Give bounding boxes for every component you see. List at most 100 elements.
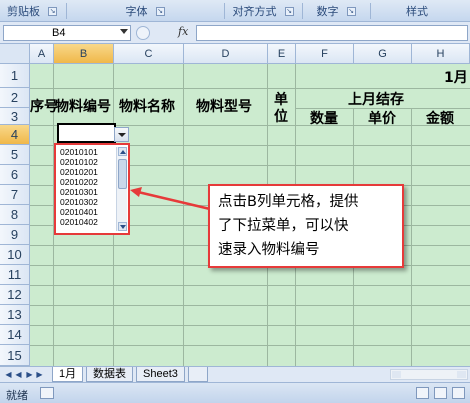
header-unit-2: 位 xyxy=(274,109,288,125)
callout-line: 点击B列单元格，提供 xyxy=(218,194,359,210)
row-header-6[interactable]: 6 xyxy=(0,165,30,185)
column-header-b[interactable]: B xyxy=(54,44,114,64)
column-header-h[interactable]: H xyxy=(412,44,470,64)
formula-input[interactable] xyxy=(196,25,468,41)
status-ready: 就绪 xyxy=(6,390,28,402)
list-item[interactable]: 02010301 xyxy=(60,187,98,197)
row-header-1[interactable]: 1 xyxy=(0,64,30,88)
row-header-8[interactable]: 8 xyxy=(0,205,30,225)
ribbon-group-font[interactable]: 字体 ↘ xyxy=(70,2,220,20)
ribbon-group-label: 数字 xyxy=(316,6,339,18)
validation-list[interactable]: 02010101 02010102 02010201 02010202 0201… xyxy=(54,143,130,235)
row-header-10[interactable]: 10 xyxy=(0,245,30,265)
tab-sheet3[interactable]: Sheet3 xyxy=(136,367,185,382)
scroll-thumb[interactable] xyxy=(118,159,127,189)
name-box[interactable]: B4 xyxy=(3,25,131,41)
insert-sheet-icon[interactable] xyxy=(188,367,208,382)
name-box-value: B4 xyxy=(52,27,66,39)
header-item-code: 物料编号 xyxy=(55,99,111,115)
list-item[interactable]: 02010401 xyxy=(60,207,98,217)
annotation-arrow xyxy=(130,187,211,211)
grid-line xyxy=(183,64,184,366)
tab-data-table[interactable]: 数据表 xyxy=(86,367,133,382)
row-header-15[interactable]: 15 xyxy=(0,345,30,366)
ribbon-separator xyxy=(302,3,303,19)
list-item[interactable]: 02010302 xyxy=(60,197,98,207)
grid-line xyxy=(411,108,412,366)
header-amount: 金额 xyxy=(426,111,454,127)
ribbon-group-label: 剪贴板 xyxy=(7,6,40,18)
header-qty: 数量 xyxy=(310,111,338,127)
chevron-down-icon xyxy=(118,133,126,137)
ribbon-separator xyxy=(370,3,371,19)
scroll-left-button[interactable] xyxy=(392,371,401,378)
last-sheet-icon[interactable]: ▶ xyxy=(35,370,44,380)
formula-expand-button[interactable] xyxy=(136,26,150,40)
list-item[interactable]: 02010102 xyxy=(60,157,98,167)
list-item[interactable]: 02010402 xyxy=(60,217,98,227)
grid-line xyxy=(30,325,470,326)
active-cell-b4[interactable] xyxy=(57,123,116,143)
column-header-f[interactable]: F xyxy=(296,44,354,64)
chevron-up-icon xyxy=(120,150,126,154)
first-sheet-icon[interactable]: ◀ xyxy=(4,370,13,380)
row-header-12[interactable]: 12 xyxy=(0,285,30,305)
callout-line: 了下拉菜单，可以快 xyxy=(218,218,349,234)
list-item[interactable]: 02010101 xyxy=(60,147,98,157)
scroll-right-button[interactable] xyxy=(457,371,466,378)
dialog-launcher-icon[interactable]: ↘ xyxy=(48,6,57,16)
prev-sheet-icon[interactable]: ◀ xyxy=(14,370,23,380)
header-item-model: 物料型号 xyxy=(196,99,252,115)
row-header-7[interactable]: 7 xyxy=(0,185,30,205)
grid-line xyxy=(30,285,470,286)
list-item[interactable]: 02010202 xyxy=(60,177,98,187)
list-scrollbar[interactable] xyxy=(116,147,127,231)
page-layout-view-icon[interactable] xyxy=(434,387,447,399)
column-header-e[interactable]: E xyxy=(268,44,296,64)
row-header-11[interactable]: 11 xyxy=(0,265,30,285)
column-header-a[interactable]: A xyxy=(30,44,54,64)
ribbon-group-alignment[interactable]: 对齐方式 ↘ xyxy=(228,2,298,20)
grid-line xyxy=(30,345,470,346)
ribbon-group-bar: 剪贴板 ↘ 字体 ↘ 对齐方式 ↘ 数字 ↘ 样式 xyxy=(0,0,470,22)
dialog-launcher-icon[interactable]: ↘ xyxy=(346,6,356,16)
chevron-down-icon[interactable] xyxy=(120,29,128,34)
column-header-d[interactable]: D xyxy=(184,44,268,64)
header-price: 单价 xyxy=(368,111,396,127)
row-header-9[interactable]: 9 xyxy=(0,225,30,245)
grid-line xyxy=(30,88,470,89)
ribbon-group-number[interactable]: 数字 ↘ xyxy=(306,2,366,20)
status-bar: 就绪 xyxy=(0,382,470,403)
list-item[interactable]: 02010201 xyxy=(60,167,98,177)
scroll-down-button[interactable] xyxy=(118,222,127,231)
sheet-tab-bar: ◀ ◀ ▶ ▶ 1月 数据表 Sheet3 xyxy=(0,366,470,382)
row-header-5[interactable]: 5 xyxy=(0,145,30,165)
month-title: 1月 xyxy=(444,70,468,86)
dialog-launcher-icon[interactable]: ↘ xyxy=(155,6,165,16)
next-sheet-icon[interactable]: ▶ xyxy=(25,370,34,380)
ribbon-group-label: 样式 xyxy=(406,6,428,18)
select-all-corner[interactable] xyxy=(0,44,30,64)
normal-view-icon[interactable] xyxy=(416,387,429,399)
header-item-name: 物料名称 xyxy=(119,99,175,115)
ribbon-group-styles[interactable]: 样式 xyxy=(374,2,468,20)
ribbon-group-clipboard[interactable]: 剪贴板 ↘ xyxy=(2,2,62,20)
row-header-14[interactable]: 14 xyxy=(0,325,30,345)
header-last-balance: 上月结存 xyxy=(348,92,404,108)
page-break-view-icon[interactable] xyxy=(452,387,465,399)
scroll-up-button[interactable] xyxy=(118,147,127,156)
header-seq: 序号 xyxy=(30,99,58,115)
row-header-4[interactable]: 4 xyxy=(0,125,30,145)
macro-record-icon[interactable] xyxy=(40,387,54,399)
dialog-launcher-icon[interactable]: ↘ xyxy=(284,6,294,16)
horizontal-scrollbar[interactable] xyxy=(390,369,468,380)
chevron-down-icon xyxy=(120,225,126,229)
row-header-3[interactable]: 3 xyxy=(0,108,30,125)
insert-function-icon[interactable]: fx xyxy=(178,25,188,38)
column-header-g[interactable]: G xyxy=(354,44,412,64)
dropdown-arrow-button[interactable] xyxy=(114,127,129,142)
column-header-c[interactable]: C xyxy=(114,44,184,64)
row-header-2[interactable]: 2 xyxy=(0,88,30,108)
row-header-13[interactable]: 13 xyxy=(0,305,30,325)
tab-sheet-1[interactable]: 1月 xyxy=(52,367,84,382)
